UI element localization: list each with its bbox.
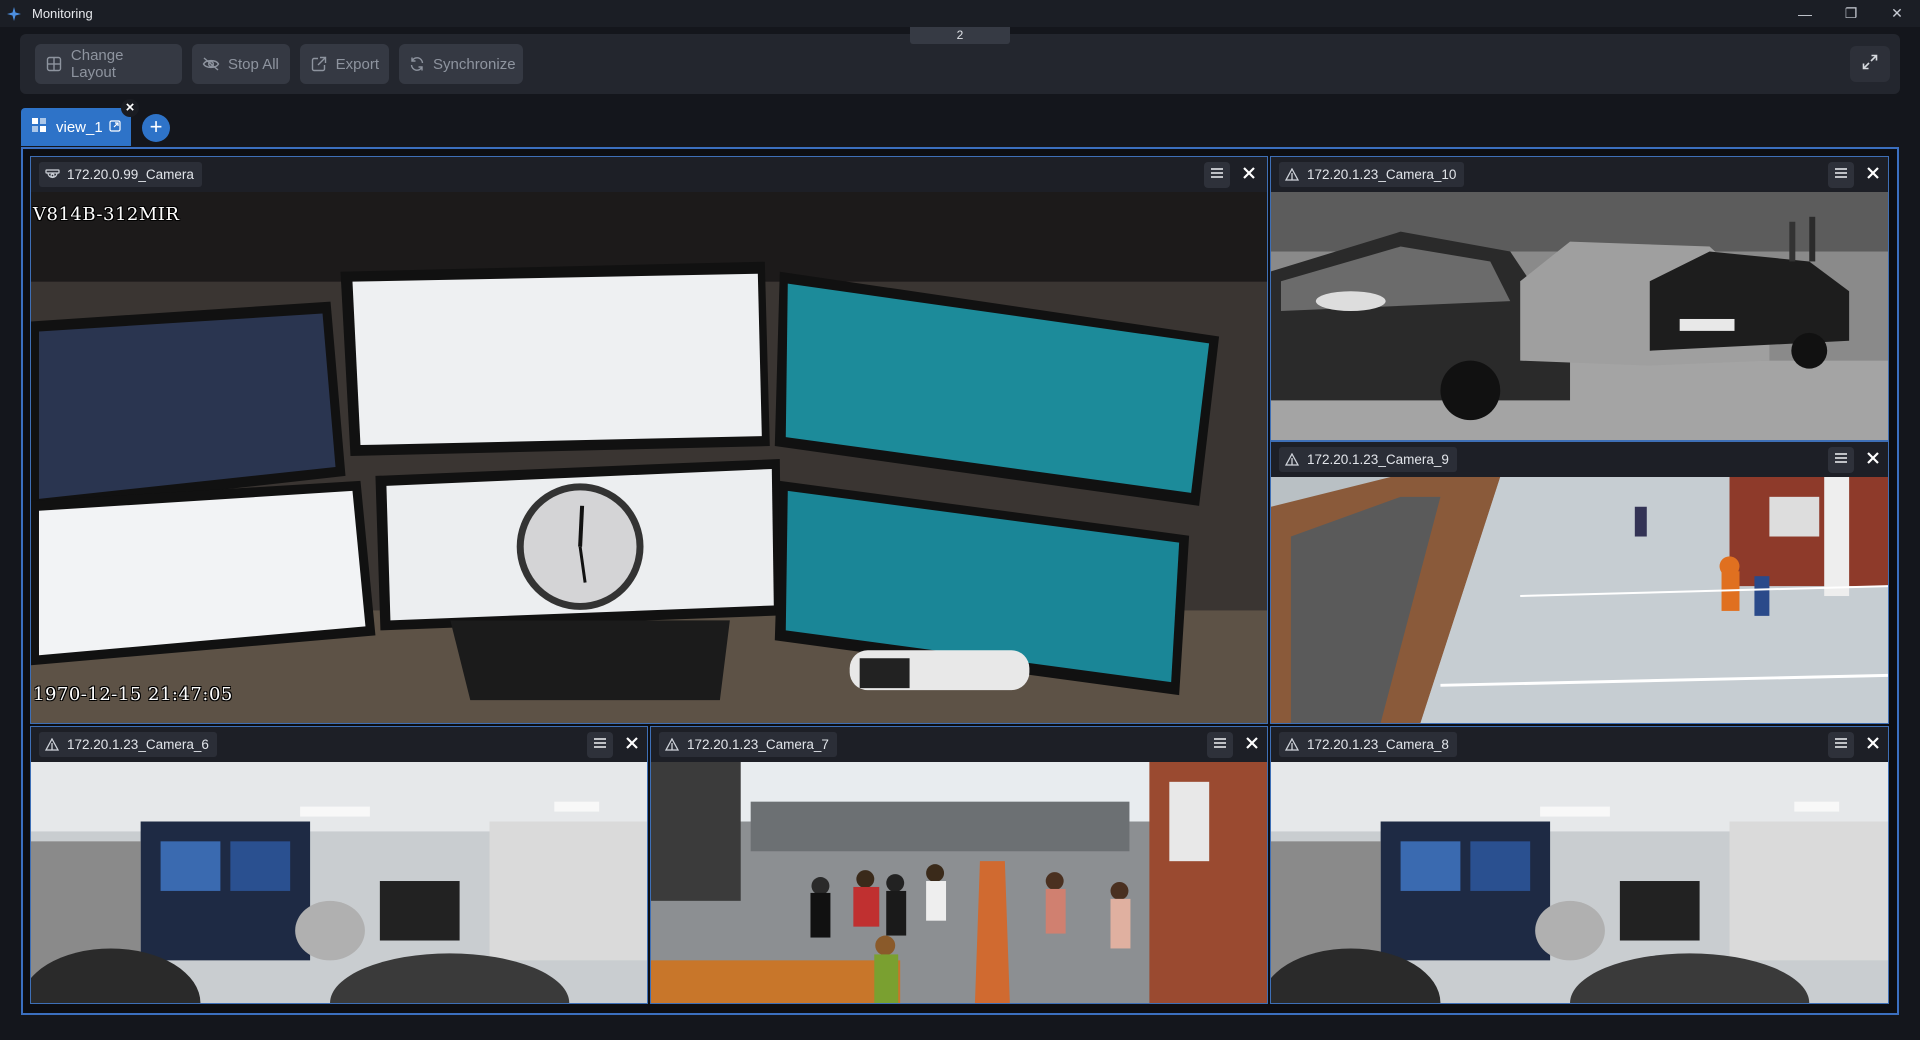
close-icon <box>1866 166 1880 185</box>
page-indicator[interactable]: 2 <box>910 27 1010 44</box>
close-icon <box>1242 166 1256 185</box>
menu-icon <box>1834 451 1848 469</box>
close-window-button[interactable]: ✕ <box>1874 0 1920 27</box>
close-icon <box>1866 451 1880 470</box>
camera-name: 172.20.0.99_Camera <box>67 167 194 182</box>
camera-menu-button[interactable] <box>1828 447 1854 473</box>
camera-name-badge: 172.20.0.99_Camera <box>39 162 202 187</box>
camera-close-button[interactable] <box>1236 162 1262 188</box>
osd-camera-model: V814B-312MIR <box>33 204 180 225</box>
video-feed: V814B-312MIR 1970-12-15 21:47:05 <box>31 192 1267 723</box>
video-feed <box>1271 192 1888 440</box>
export-button[interactable]: Export <box>300 44 389 84</box>
stop-all-label: Stop All <box>228 55 279 73</box>
menu-icon <box>593 736 607 754</box>
camera-header: 172.20.1.23_Camera_8 <box>1271 727 1888 762</box>
camera-menu-button[interactable] <box>1204 162 1230 188</box>
camera-name-badge: 172.20.1.23_Camera_10 <box>1279 162 1465 187</box>
camera-close-button[interactable] <box>619 732 645 758</box>
camera-header: 172.20.0.99_Camera <box>31 157 1267 192</box>
ptz-camera-icon <box>1285 168 1301 182</box>
menu-icon <box>1834 166 1848 184</box>
camera-menu-button[interactable] <box>587 732 613 758</box>
video-feed <box>1271 477 1888 723</box>
close-icon <box>1866 736 1880 755</box>
window-title: Monitoring <box>32 6 93 21</box>
tab-label: view_1 <box>56 118 103 136</box>
camera-menu-button[interactable] <box>1828 732 1854 758</box>
change-layout-label: Change Layout <box>70 47 124 81</box>
menu-icon <box>1213 736 1227 754</box>
camera-name-badge: 172.20.1.23_Camera_8 <box>1279 732 1457 757</box>
minimize-button[interactable]: — <box>1782 0 1828 27</box>
camera-close-button[interactable] <box>1239 732 1265 758</box>
add-tab-button[interactable]: + <box>142 114 170 142</box>
camera-tile[interactable]: 172.20.1.23_Camera_7 <box>650 726 1268 1004</box>
camera-name: 172.20.1.23_Camera_7 <box>687 737 829 752</box>
video-feed <box>1271 762 1888 1003</box>
restore-button[interactable]: ❐ <box>1828 0 1874 27</box>
fullscreen-button[interactable] <box>1850 46 1890 82</box>
close-icon <box>1245 736 1259 755</box>
title-bar: Monitoring — ❐ ✕ <box>0 0 1920 27</box>
tab-view-1[interactable]: view_1 <box>21 108 131 146</box>
video-feed <box>651 762 1267 1003</box>
camera-header: 172.20.1.23_Camera_10 <box>1271 157 1888 192</box>
camera-tile[interactable]: 172.20.1.23_Camera_10 <box>1270 156 1889 441</box>
export-label: Export <box>335 55 379 73</box>
ptz-camera-icon <box>665 738 681 752</box>
camera-header: 172.20.1.23_Camera_9 <box>1271 442 1888 477</box>
camera-tile[interactable]: 172.20.1.23_Camera_9 <box>1270 441 1889 724</box>
sync-icon <box>409 55 425 73</box>
camera-close-button[interactable] <box>1860 447 1886 473</box>
ptz-camera-icon <box>45 738 61 752</box>
camera-name: 172.20.1.23_Camera_9 <box>1307 452 1449 467</box>
change-layout-button[interactable]: Change Layout <box>35 44 182 84</box>
menu-icon <box>1834 736 1848 754</box>
popout-icon[interactable] <box>109 119 121 136</box>
synchronize-label: Synchronize <box>433 55 516 73</box>
osd-timestamp: 1970-12-15 21:47:05 <box>33 684 233 705</box>
camera-header: 172.20.1.23_Camera_7 <box>651 727 1267 762</box>
eye-off-icon <box>202 55 220 73</box>
camera-name: 172.20.1.23_Camera_10 <box>1307 167 1457 182</box>
camera-menu-button[interactable] <box>1828 162 1854 188</box>
ptz-camera-icon <box>1285 738 1301 752</box>
synchronize-button[interactable]: Synchronize <box>399 44 523 84</box>
dome-camera-icon <box>45 168 61 182</box>
camera-close-button[interactable] <box>1860 732 1886 758</box>
close-tab-button[interactable]: × <box>121 99 139 117</box>
camera-menu-button[interactable] <box>1207 732 1233 758</box>
camera-grid: 172.20.0.99_Camera V814B-312MIR 1970-12-… <box>21 147 1899 1015</box>
camera-tile[interactable]: 172.20.1.23_Camera_8 <box>1270 726 1889 1004</box>
layout-grid-icon <box>45 55 63 73</box>
view-layout-icon <box>32 118 46 136</box>
menu-icon <box>1210 166 1224 184</box>
expand-icon <box>1861 53 1879 76</box>
camera-name: 172.20.1.23_Camera_6 <box>67 737 209 752</box>
ptz-camera-icon <box>1285 453 1301 467</box>
app-logo-icon <box>0 0 28 27</box>
video-feed <box>31 762 647 1003</box>
camera-close-button[interactable] <box>1860 162 1886 188</box>
camera-tile[interactable]: 172.20.0.99_Camera V814B-312MIR 1970-12-… <box>30 156 1268 724</box>
camera-header: 172.20.1.23_Camera_6 <box>31 727 647 762</box>
stop-all-button[interactable]: Stop All <box>192 44 290 84</box>
camera-tile[interactable]: 172.20.1.23_Camera_6 <box>30 726 648 1004</box>
camera-name-badge: 172.20.1.23_Camera_7 <box>659 732 837 757</box>
camera-name: 172.20.1.23_Camera_8 <box>1307 737 1449 752</box>
camera-name-badge: 172.20.1.23_Camera_6 <box>39 732 217 757</box>
close-icon <box>625 736 639 755</box>
export-icon <box>310 55 328 73</box>
camera-name-badge: 172.20.1.23_Camera_9 <box>1279 447 1457 472</box>
